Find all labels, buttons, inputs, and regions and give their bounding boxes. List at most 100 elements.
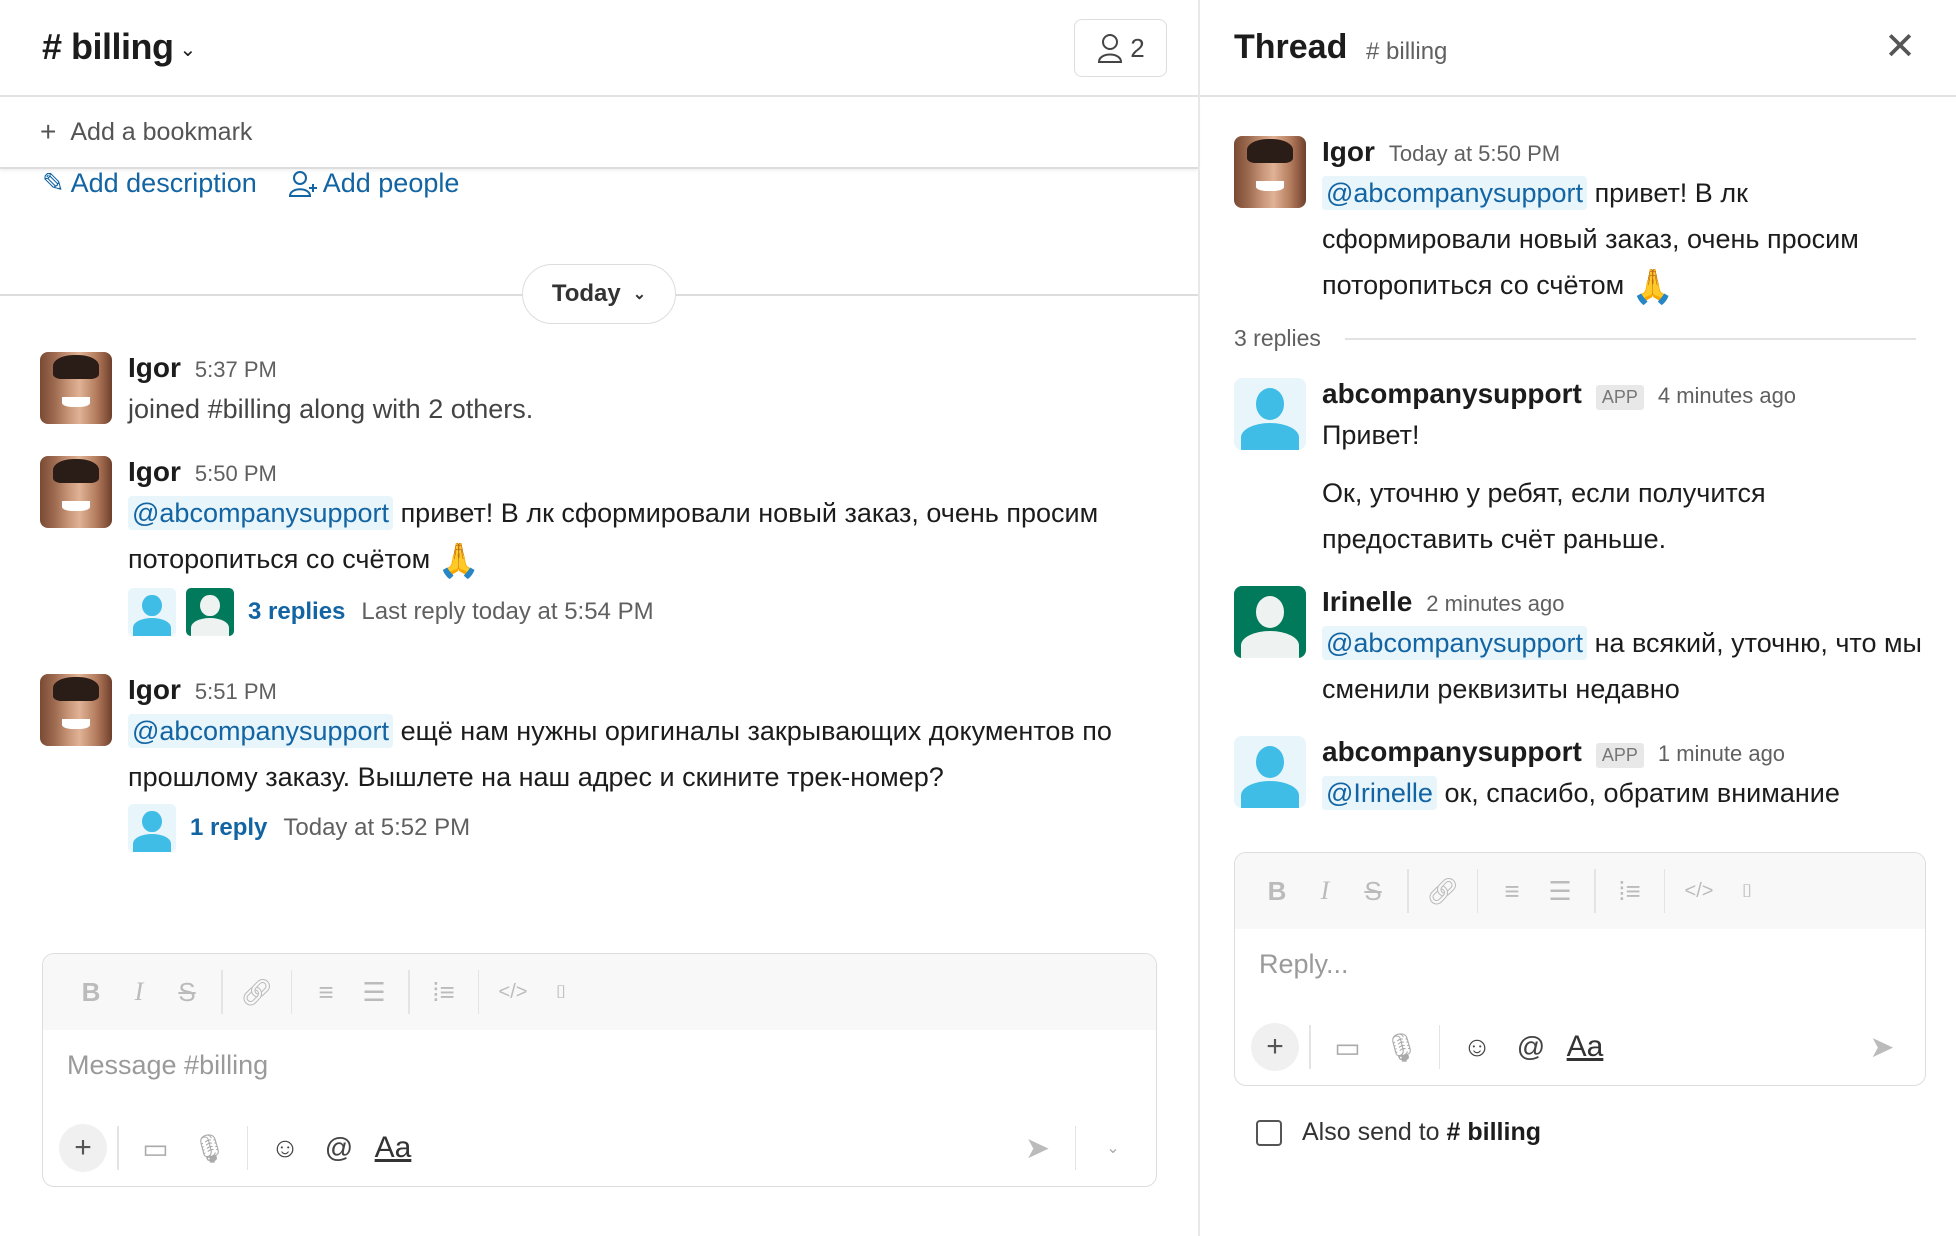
strikethrough-icon[interactable]: S <box>1349 871 1397 911</box>
add-people-link[interactable]: Add people <box>288 168 460 199</box>
author-name[interactable]: Irinelle <box>1322 586 1412 618</box>
timestamp[interactable]: 2 minutes ago <box>1426 591 1564 617</box>
pray-emoji-icon: 🙏 <box>1631 267 1674 306</box>
avatar-abcompanysupport[interactable] <box>1234 736 1306 808</box>
author-name[interactable]: abcompanysupport <box>1322 378 1582 410</box>
channel-header: # billing ⌄ 2 <box>0 0 1198 97</box>
also-send-option: Also send to # billing <box>1256 1118 1541 1147</box>
ordered-list-icon[interactable]: ≡ <box>302 972 350 1012</box>
replies-link[interactable]: 3 replies <box>248 598 345 626</box>
italic-icon[interactable]: I <box>115 972 163 1012</box>
avatar-igor[interactable] <box>40 352 112 424</box>
mention-icon[interactable]: @ <box>312 1124 366 1172</box>
italic-icon[interactable]: I <box>1301 871 1349 911</box>
also-send-checkbox[interactable] <box>1256 1119 1282 1146</box>
author-name[interactable]: Igor <box>128 674 181 706</box>
author-name[interactable]: Igor <box>1322 136 1375 168</box>
microphone-icon[interactable]: 🎙︎ <box>183 1124 237 1172</box>
mention-link[interactable]: @abcompanysupport <box>128 714 394 748</box>
bulleted-list-icon[interactable]: ☰ <box>1536 871 1584 911</box>
chevron-down-icon: ⌄ <box>632 286 647 303</box>
add-description-label: Add description <box>70 168 257 198</box>
strikethrough-icon[interactable]: S <box>163 972 211 1012</box>
add-bookmark-button[interactable]: + Add a bookmark <box>0 97 1198 169</box>
message-input[interactable] <box>67 1050 1132 1081</box>
send-icon[interactable]: ➤ <box>1855 1023 1909 1071</box>
mention-link[interactable]: @Irinelle <box>1322 776 1437 810</box>
channel-title[interactable]: # billing ⌄ <box>42 26 196 68</box>
thread-summary[interactable]: 3 replies Last reply today at 5:54 PM <box>128 587 1128 636</box>
video-icon[interactable]: ▭ <box>1321 1023 1375 1071</box>
close-icon[interactable]: ✕ <box>1884 28 1916 66</box>
code-icon[interactable]: </> <box>489 972 537 1012</box>
timestamp[interactable]: 1 minute ago <box>1658 741 1785 767</box>
plus-icon[interactable]: + <box>59 1124 107 1172</box>
avatar-abcompanysupport[interactable] <box>1234 378 1306 450</box>
video-icon[interactable]: ▭ <box>129 1124 183 1172</box>
thread-reply: abcompanysupport APP 4 minutes ago Привет!… <box>1234 378 1942 562</box>
formatting-toolbar: B I S 🔗︎ ≡ ☰ ⁞≡ </> ⌷ <box>1235 853 1925 929</box>
add-description-link[interactable]: ✎ Add description <box>42 168 257 199</box>
timestamp[interactable]: 5:37 PM <box>195 357 277 383</box>
avatar-igor[interactable] <box>40 456 112 528</box>
avatar-igor[interactable] <box>1234 136 1306 208</box>
link-icon[interactable]: 🔗︎ <box>1419 871 1467 911</box>
message-text: @abcompanysupport привет! В лк сформиров… <box>1322 170 1942 310</box>
plus-icon[interactable]: + <box>1251 1023 1299 1071</box>
formatting-toggle[interactable]: Aa <box>1558 1023 1612 1071</box>
message: Igor 5:37 PM joined #billing along with 2… <box>40 352 533 432</box>
reply-composer: B I S 🔗︎ ≡ ☰ ⁞≡ </> ⌷ + ▭ 🎙︎ ☺ @ Aa ➤ <box>1234 852 1926 1086</box>
microphone-icon[interactable]: 🎙︎ <box>1375 1023 1429 1071</box>
message-text: @abcompanysupport ещё нам нужны оригинал… <box>128 708 1168 800</box>
reply-input[interactable] <box>1259 949 1901 980</box>
avatar-igor[interactable] <box>40 674 112 746</box>
message-body: ок, спасибо, обратим внимание <box>1436 778 1840 808</box>
avatar-irinelle[interactable] <box>1234 586 1306 658</box>
emoji-icon[interactable]: ☺ <box>1450 1023 1504 1071</box>
chevron-down-icon: ⌄ <box>179 38 197 61</box>
message-text: @abcompanysupport на всякий, уточню, что… <box>1322 620 1956 712</box>
emoji-icon[interactable]: ☺ <box>258 1124 312 1172</box>
chevron-down-icon[interactable]: ⌄ <box>1086 1124 1140 1172</box>
timestamp[interactable]: 5:51 PM <box>195 679 277 705</box>
mention-link[interactable]: @abcompanysupport <box>128 496 394 530</box>
mention-link[interactable]: @abcompanysupport <box>1322 626 1588 660</box>
thread-pane: Thread # billing ✕ Igor Today at 5:50 PM … <box>1198 0 1956 1236</box>
formatting-toolbar: B I S 🔗︎ ≡ ☰ ⁞≡ </> ⌷ <box>43 954 1156 1030</box>
mention-link[interactable]: @abcompanysupport <box>1322 176 1588 210</box>
formatting-toggle[interactable]: Aa <box>366 1124 420 1172</box>
add-people-label: Add people <box>322 168 460 198</box>
author-name[interactable]: abcompanysupport <box>1322 736 1582 768</box>
bulleted-list-icon[interactable]: ☰ <box>350 972 398 1012</box>
code-block-icon[interactable]: ⌷ <box>1723 871 1771 911</box>
bold-icon[interactable]: B <box>67 972 115 1012</box>
code-block-icon[interactable]: ⌷ <box>537 972 585 1012</box>
thread-channel-link[interactable]: # billing <box>1366 38 1447 66</box>
code-icon[interactable]: </> <box>1675 871 1723 911</box>
replies-link[interactable]: 1 reply <box>190 814 267 842</box>
message-text: @Irinelle ок, спасибо, обратим внимание <box>1322 770 1942 816</box>
blockquote-icon[interactable]: ⁞≡ <box>1606 871 1654 911</box>
author-name[interactable]: Igor <box>128 456 181 488</box>
members-button[interactable]: 2 <box>1074 19 1167 77</box>
bold-icon[interactable]: B <box>1253 871 1301 911</box>
thread-summary[interactable]: 1 reply Today at 5:52 PM <box>128 804 1168 852</box>
author-name[interactable]: Igor <box>128 352 181 384</box>
link-icon[interactable]: 🔗︎ <box>233 972 281 1012</box>
message-text: @abcompanysupport привет! В лк сформиров… <box>128 490 1128 584</box>
send-icon[interactable]: ➤ <box>1011 1124 1065 1172</box>
replies-divider: 3 replies <box>1234 325 1916 352</box>
last-reply-time: Last reply today at 5:54 PM <box>361 597 654 625</box>
plus-icon: + <box>40 116 57 147</box>
timestamp[interactable]: Today at 5:50 PM <box>1389 141 1560 167</box>
message: Igor 5:51 PM @abcompanysupport ещё нам ну… <box>40 674 1168 852</box>
channel-name: # billing <box>42 26 174 67</box>
day-jump-button[interactable]: Today ⌄ <box>522 264 676 324</box>
ordered-list-icon[interactable]: ≡ <box>1488 871 1536 911</box>
timestamp[interactable]: 4 minutes ago <box>1658 383 1796 409</box>
message-composer: B I S 🔗︎ ≡ ☰ ⁞≡ </> ⌷ + ▭ 🎙︎ ☺ @ Aa ➤ <box>42 953 1157 1187</box>
timestamp[interactable]: 5:50 PM <box>195 461 277 487</box>
mention-icon[interactable]: @ <box>1504 1023 1558 1071</box>
person-icon <box>1098 34 1123 63</box>
blockquote-icon[interactable]: ⁞≡ <box>420 972 468 1012</box>
